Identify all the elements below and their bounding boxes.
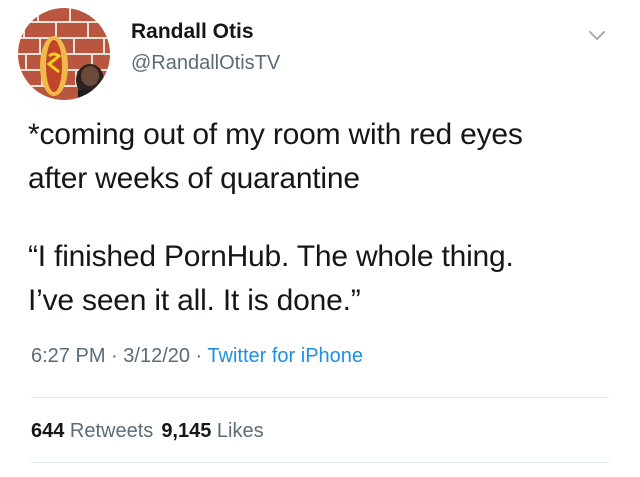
chevron-down-icon[interactable] (586, 24, 608, 46)
author-handle[interactable]: @RandallOtisTV (131, 52, 280, 75)
tweet-paragraph-1: *coming out of my room with red eyes aft… (28, 113, 618, 201)
tweet-time[interactable]: 6:27 PM (31, 345, 105, 367)
meta-separator: · (190, 345, 208, 367)
meta-separator: · (105, 345, 124, 367)
tweet-line: *coming out of my room with red eyes (28, 118, 523, 151)
retweets-count: 644 (31, 420, 65, 442)
author-name[interactable]: Randall Otis (131, 20, 254, 44)
tweet-date[interactable]: 3/12/20 (123, 345, 190, 367)
tweet-line: after weeks of quarantine (28, 162, 360, 195)
retweets-label: Retweets (64, 420, 154, 442)
divider (31, 462, 609, 463)
tweet-stats: 644 Retweets 9,145 Likes (31, 420, 264, 443)
tweet-line: I’ve seen it all. It is done.” (28, 284, 361, 317)
tweet-card: Randall Otis @RandallOtisTV *coming out … (0, 0, 640, 477)
retweets-stat[interactable]: 644 Retweets (31, 420, 153, 442)
likes-label: Likes (211, 420, 264, 442)
divider (31, 397, 609, 398)
tweet-source-link[interactable]: Twitter for iPhone (207, 345, 363, 367)
tweet-paragraph-2: “I finished PornHub. The whole thing. I’… (28, 235, 618, 323)
likes-stat[interactable]: 9,145 Likes (161, 420, 263, 442)
tweet-meta: 6:27 PM · 3/12/20 · Twitter for iPhone (31, 345, 363, 368)
avatar-image (18, 8, 110, 100)
tweet-line: “I finished PornHub. The whole thing. (28, 240, 514, 273)
avatar[interactable] (18, 8, 110, 100)
likes-count: 9,145 (161, 420, 212, 442)
